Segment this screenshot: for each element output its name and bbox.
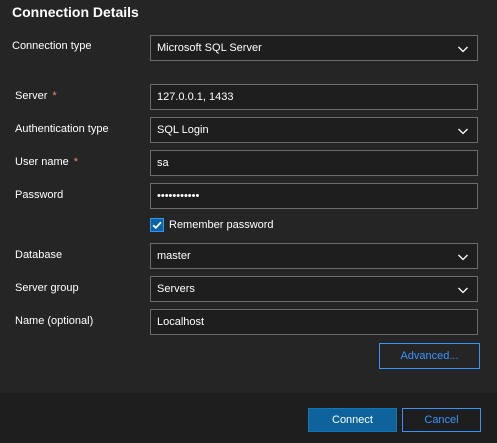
- authentication-type-value: SQL Login: [157, 124, 209, 136]
- name-optional-label: Name (optional): [15, 315, 94, 327]
- connection-type-value: Microsoft SQL Server: [157, 42, 262, 54]
- connection-type-select[interactable]: Microsoft SQL Server: [150, 35, 478, 61]
- chevron-down-icon: [458, 254, 468, 261]
- server-group-value: Servers: [157, 283, 195, 295]
- remember-password-checkbox[interactable]: [150, 218, 164, 232]
- connect-button[interactable]: Connect: [308, 408, 397, 432]
- advanced-button[interactable]: Advanced...: [379, 343, 480, 369]
- database-label: Database: [15, 249, 63, 261]
- server-required-mark: *: [52, 90, 57, 102]
- user-name-label: User name *: [15, 156, 79, 168]
- dialog-title: Connection Details: [12, 4, 139, 20]
- cancel-button[interactable]: Cancel: [402, 408, 481, 432]
- user-name-required-mark: *: [73, 156, 79, 168]
- authentication-type-label: Authentication type: [15, 123, 109, 135]
- database-value: master: [157, 250, 191, 262]
- checkmark-icon: [152, 221, 162, 230]
- user-name-input[interactable]: [150, 150, 478, 176]
- chevron-down-icon: [458, 128, 468, 135]
- password-input[interactable]: [150, 183, 478, 209]
- database-select[interactable]: master: [150, 243, 478, 269]
- remember-password-label[interactable]: Remember password: [169, 219, 274, 231]
- server-input[interactable]: [150, 84, 478, 110]
- authentication-type-select[interactable]: SQL Login: [150, 117, 478, 143]
- name-input[interactable]: [150, 309, 478, 335]
- chevron-down-icon: [458, 46, 468, 53]
- server-group-label: Server group: [15, 282, 79, 294]
- chevron-down-icon: [458, 287, 468, 294]
- password-label: Password: [15, 189, 64, 201]
- server-group-select[interactable]: Servers: [150, 276, 478, 302]
- server-label: Server *: [15, 90, 57, 102]
- connection-type-label: Connection type: [12, 40, 92, 52]
- connection-dialog: Connection Details Connection type Micro…: [0, 0, 497, 443]
